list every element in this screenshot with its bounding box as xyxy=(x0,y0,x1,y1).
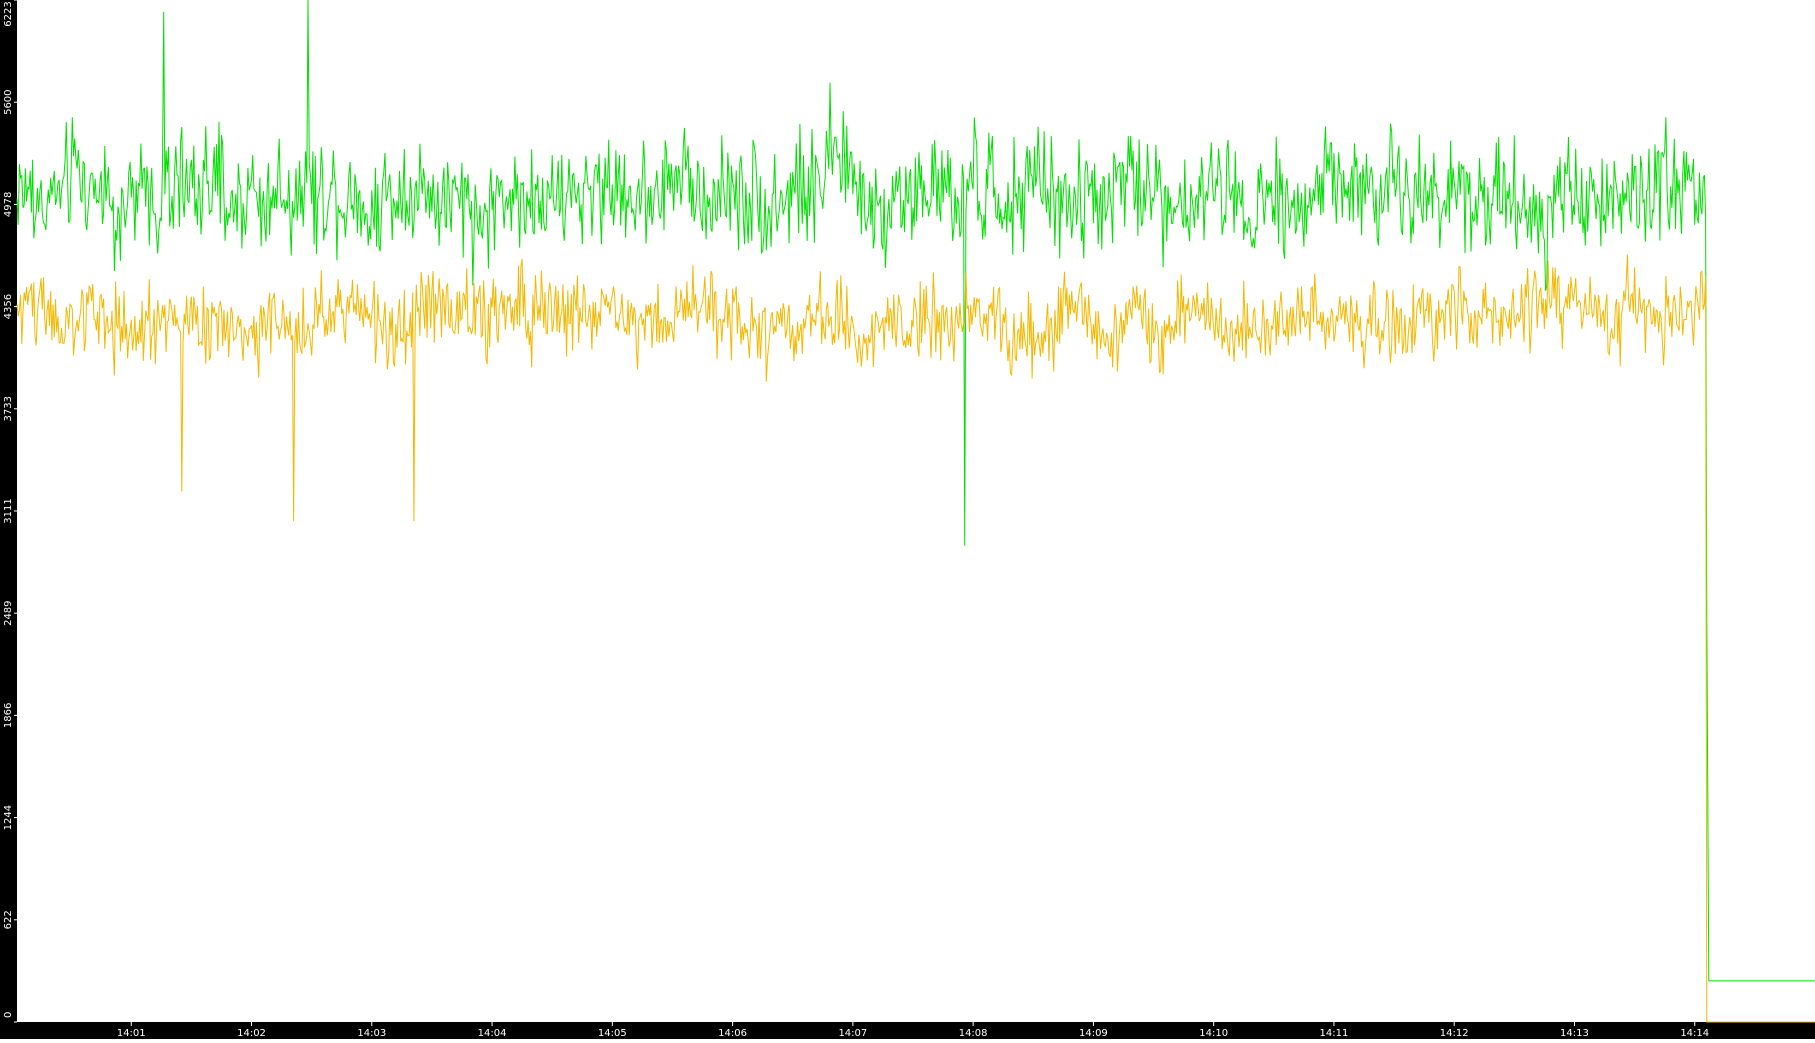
x-tick-label: 14:03 xyxy=(357,1028,386,1039)
x-tick-label: 14:07 xyxy=(838,1028,867,1039)
x-tick-label: 14:02 xyxy=(237,1028,266,1039)
chart-svg: 0 622 1244 1866 2489 3111 3733 4356 4978 5600 6223… xyxy=(0,0,1815,1039)
x-tick-label: 14:13 xyxy=(1560,1028,1589,1039)
y-tick-label: 3733 xyxy=(3,396,14,421)
y-tick-label: 3111 xyxy=(3,498,14,523)
y-tick-label: 2489 xyxy=(3,600,14,625)
x-axis-bar xyxy=(0,1022,1815,1039)
y-tick-label: 4978 xyxy=(3,192,14,217)
x-tick-label: 14:05 xyxy=(598,1028,627,1039)
chart: 0 622 1244 1866 2489 3111 3733 4356 4978 5600 6223… xyxy=(0,0,1815,1039)
x-tick-label: 14:10 xyxy=(1199,1028,1228,1039)
y-tick-label: 5600 xyxy=(3,89,14,114)
y-tick-label: 1244 xyxy=(3,805,14,830)
y-tick-label: 1866 xyxy=(3,703,14,728)
x-tick-label: 14:04 xyxy=(478,1028,507,1039)
y-tick-label: 6223 xyxy=(3,1,14,26)
x-tick-label: 14:08 xyxy=(959,1028,988,1039)
x-tick-label: 14:09 xyxy=(1079,1028,1108,1039)
x-tick-label: 14:12 xyxy=(1440,1028,1469,1039)
y-tick-label: 0 xyxy=(3,1012,14,1018)
y-tick-label: 4356 xyxy=(3,294,14,319)
x-tick-label: 14:06 xyxy=(718,1028,747,1039)
plot-background xyxy=(0,0,1815,1039)
x-tick-label: 14:01 xyxy=(117,1028,146,1039)
x-tick-label: 14:11 xyxy=(1320,1028,1349,1039)
x-tick-label: 14:14 xyxy=(1680,1028,1709,1039)
y-tick-label: 622 xyxy=(3,910,14,929)
